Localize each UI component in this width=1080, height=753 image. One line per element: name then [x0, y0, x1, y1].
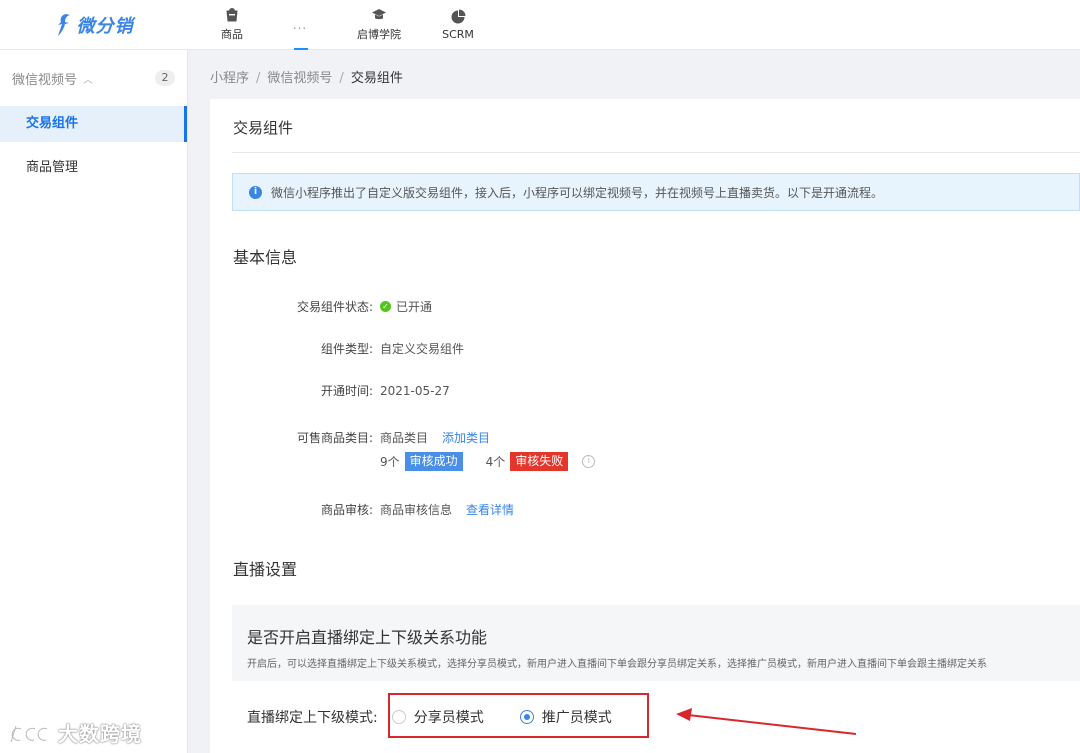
page-title: 交易组件 — [233, 119, 294, 137]
content-card: 交易组件 i 微信小程序推出了自定义版交易组件，接入后，小程序可以绑定视频号，并… — [210, 99, 1080, 753]
nav-item-scrm[interactable]: SCRM — [424, 0, 492, 50]
top-nav: 商品 ... 启博学院 SCRM — [198, 0, 492, 50]
product-review-row: 商品审核: 商品审核信息 查看详情 — [210, 501, 514, 518]
breadcrumb-item-wechat-channels[interactable]: 微信视频号 — [267, 71, 332, 86]
status-row: 交易组件状态: ✓ 已开通 — [210, 298, 432, 315]
basic-info-title: 基本信息 — [233, 248, 298, 267]
sidebar-item-product-management[interactable]: 商品管理 — [0, 150, 187, 186]
app-logo[interactable]: 微分销 — [0, 0, 188, 50]
fail-count: 4个 — [485, 455, 506, 469]
live-binding-heading: 是否开启直播绑定上下级关系功能 — [247, 628, 488, 647]
product-review-value: 商品审核信息 — [380, 503, 453, 517]
sidebar-item-trade-component[interactable]: 交易组件 — [0, 106, 187, 142]
highlight-box — [388, 693, 649, 738]
logo-mark-icon — [57, 13, 70, 36]
add-category-link[interactable]: 添加类目 — [442, 429, 490, 446]
status-value: 已开通 — [396, 300, 433, 314]
open-time-label: 开通时间: — [320, 384, 373, 398]
chevron-up-icon: ︿ — [83, 74, 94, 86]
open-time-value: 2021-05-27 — [380, 383, 450, 398]
watermark-text: 大数跨境 — [58, 722, 142, 746]
nav-item-products[interactable]: 商品 — [198, 0, 266, 50]
bag-icon — [226, 8, 238, 22]
watermark: 大数跨境 — [8, 718, 142, 747]
type-row: 组件类型: 自定义交易组件 — [210, 340, 464, 357]
pie-chart-icon — [451, 9, 466, 23]
open-time-row: 开通时间: 2021-05-27 — [210, 382, 450, 399]
nav-label: 商品 — [221, 28, 243, 41]
product-review-label: 商品审核: — [320, 503, 373, 517]
category-value: 商品类目 — [380, 431, 429, 445]
review-fail-tag[interactable]: 审核失败 — [510, 452, 569, 471]
breadcrumb-item-miniprogram[interactable]: 小程序 — [210, 71, 249, 86]
help-icon[interactable]: i — [582, 455, 596, 468]
annotation-arrow-icon — [676, 708, 857, 735]
graduation-cap-icon — [372, 9, 386, 20]
nav-item-more[interactable]: ... — [266, 0, 334, 50]
sidebar-group-label: 微信视频号 — [12, 72, 78, 88]
live-settings-title: 直播设置 — [233, 560, 298, 579]
breadcrumb-separator: / — [256, 71, 261, 86]
binding-mode-label: 直播绑定上下级模式: — [247, 710, 378, 726]
info-icon: i — [249, 185, 262, 199]
sidebar-group-count: 2 — [155, 70, 175, 86]
logo-text: 微分销 — [76, 15, 134, 37]
top-bar: 微分销 商品 ... 启博学院 SCRM — [0, 0, 1080, 50]
info-notice: i 微信小程序推出了自定义版交易组件，接入后，小程序可以绑定视频号，并在视频号上… — [232, 173, 1080, 211]
type-label: 组件类型: — [320, 342, 373, 356]
watermark-logo-icon — [9, 725, 48, 742]
category-row: 可售商品类目: 商品类目 添加类目 — [210, 429, 490, 446]
sidebar-group-wechat-channels[interactable]: 微信视频号 ︿ 2 — [0, 50, 187, 106]
sidebar: 微信视频号 ︿ 2 交易组件 商品管理 — [0, 50, 188, 753]
nav-label: SCRM — [442, 27, 474, 41]
notice-text: 微信小程序推出了自定义版交易组件，接入后，小程序可以绑定视频号，并在视频号上直播… — [271, 185, 884, 200]
breadcrumb-item-current: 交易组件 — [350, 71, 403, 86]
view-details-link[interactable]: 查看详情 — [466, 501, 514, 518]
status-label: 交易组件状态: — [296, 300, 373, 314]
nav-label: 启博学院 — [357, 28, 401, 41]
breadcrumb-separator: / — [339, 71, 344, 86]
check-circle-icon: ✓ — [380, 301, 391, 312]
nav-item-academy[interactable]: 启博学院 — [334, 0, 424, 50]
type-value: 自定义交易组件 — [380, 342, 465, 356]
success-count: 9个 — [380, 455, 400, 469]
divider — [232, 152, 1080, 153]
live-binding-box: 是否开启直播绑定上下级关系功能 开启后，可以选择直播绑定上下级关系模式，选择分享… — [232, 605, 1080, 681]
more-icon: ... — [292, 17, 308, 32]
category-label: 可售商品类目: — [296, 431, 373, 445]
live-binding-description: 开启后，可以选择直播绑定上下级关系模式，选择分享员模式，新用户进入直播间下单会跟… — [247, 659, 987, 670]
review-success-tag[interactable]: 审核成功 — [404, 452, 463, 471]
review-status-row: 9个 审核成功 4个 审核失败 i — [380, 452, 596, 471]
breadcrumb: 小程序 / 微信视频号 / 交易组件 — [210, 67, 403, 86]
